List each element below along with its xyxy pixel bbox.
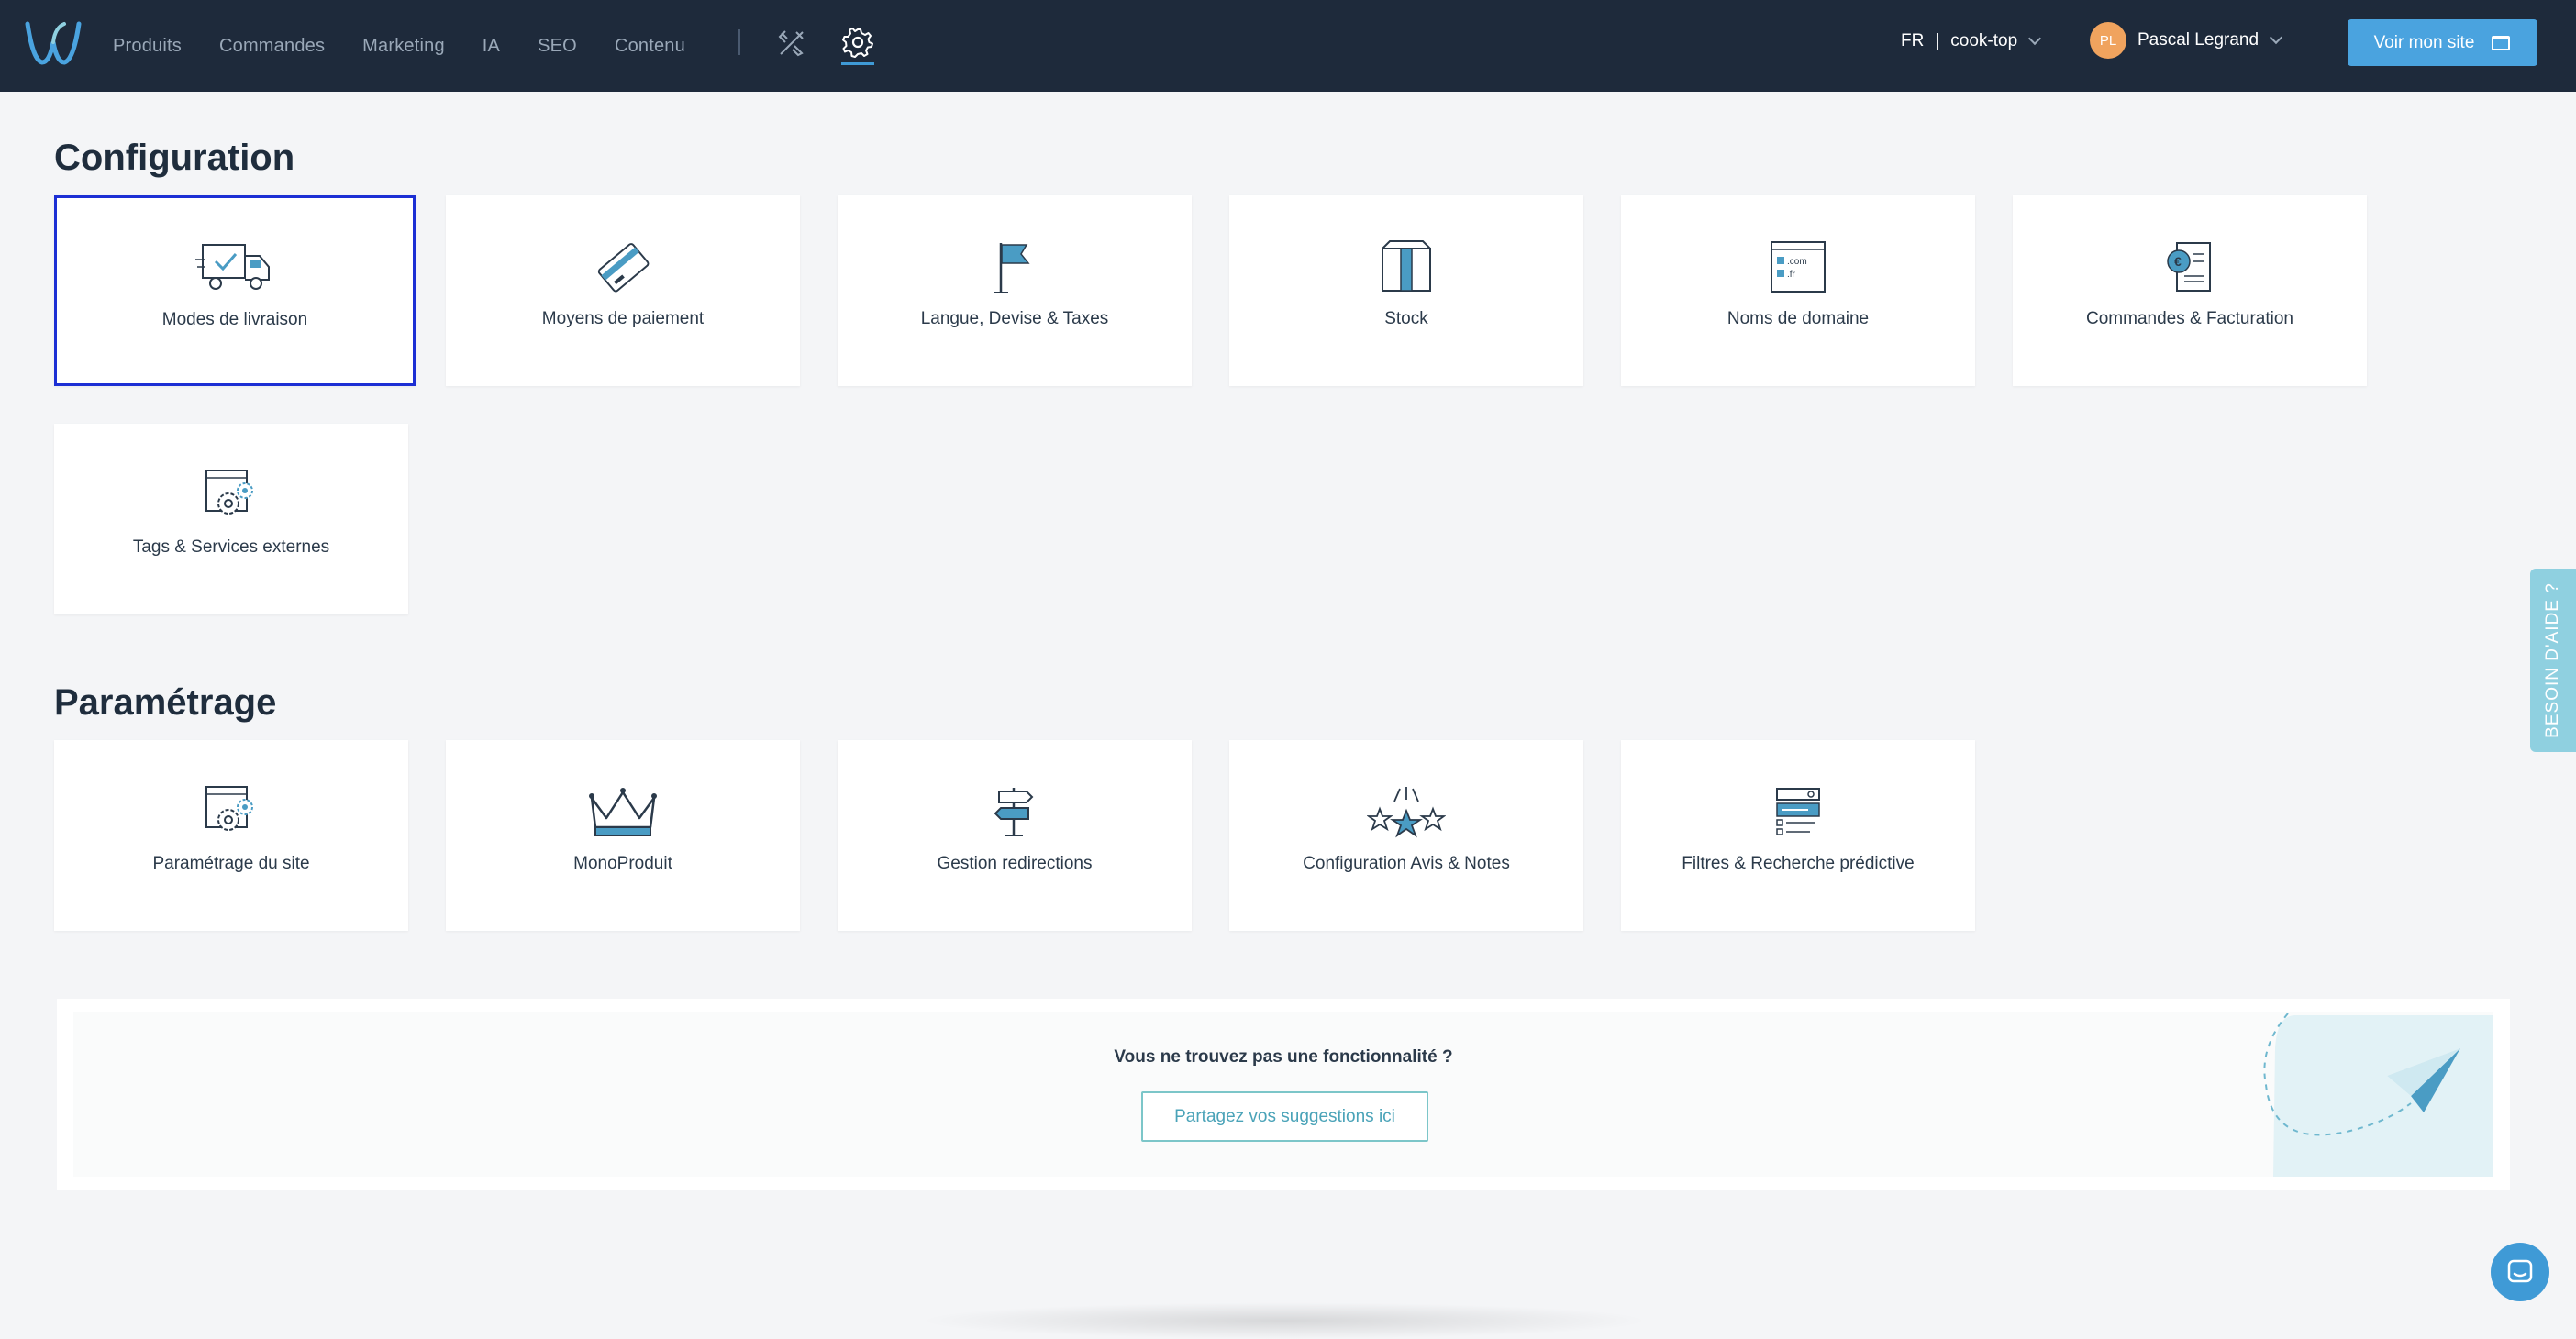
nav-item-seo[interactable]: SEO	[538, 36, 577, 57]
language-code: FR	[1901, 31, 1925, 50]
suggestion-banner: Vous ne trouvez pas une fonctionnalité ?…	[57, 999, 2510, 1190]
nav-item-commandes[interactable]: Commandes	[219, 36, 325, 57]
user-menu[interactable]: PL Pascal Legrand	[2090, 22, 2283, 59]
browser-window-icon	[2492, 35, 2511, 50]
card-tags-services-externes[interactable]: Tags & Services externes	[54, 424, 408, 614]
card-label: Langue, Devise & Taxes	[920, 309, 1109, 328]
delivery-truck-icon	[194, 238, 276, 297]
gear-icon[interactable]	[841, 26, 874, 59]
language-site-selector[interactable]: FR | cook-top	[1901, 31, 2042, 51]
card-stock[interactable]: Stock	[1229, 195, 1583, 386]
credit-card-icon	[582, 238, 664, 296]
nav-item-ia[interactable]: IA	[483, 36, 500, 57]
flag-icon	[973, 238, 1056, 296]
top-navigation-bar: Produits Commandes Marketing IA SEO Cont…	[0, 0, 2576, 92]
domain-com-text: .com	[1787, 257, 1807, 267]
card-label: Stock	[1384, 309, 1428, 328]
design-tools-icon[interactable]	[776, 28, 807, 59]
card-label: Paramétrage du site	[152, 854, 310, 873]
lang-separator: |	[1935, 31, 1940, 50]
section-title-parametrage: Paramétrage	[54, 682, 277, 723]
card-parametrage-du-site[interactable]: Paramétrage du site	[54, 740, 408, 931]
nav-divider	[738, 29, 740, 55]
chevron-down-icon	[2269, 30, 2283, 45]
avatar: PL	[2090, 22, 2126, 59]
banner-question: Vous ne trouvez pas une fonctionnalité ?	[1114, 1047, 1453, 1067]
card-label: Tags & Services externes	[132, 537, 330, 557]
stars-icon	[1365, 782, 1448, 841]
help-tab[interactable]: BESOIN D'AIDE ?	[2530, 569, 2576, 752]
card-label: Filtres & Recherche prédictive	[1682, 854, 1915, 873]
crown-icon	[582, 782, 664, 841]
view-site-label: Voir mon site	[2373, 32, 2475, 52]
nav-item-contenu[interactable]: Contenu	[615, 36, 685, 57]
euro-symbol: €	[2174, 254, 2182, 269]
card-label: Commandes & Facturation	[2086, 309, 2293, 328]
help-tab-label: BESOIN D'AIDE ?	[2543, 582, 2562, 738]
site-name: cook-top	[1950, 31, 2018, 50]
card-label: MonoProduit	[573, 854, 672, 873]
bottom-shadow	[917, 1302, 1651, 1339]
section-title-configuration: Configuration	[54, 138, 295, 178]
card-filtres-recherche-predictive[interactable]: Filtres & Recherche prédictive	[1621, 740, 1975, 931]
nav-item-produits[interactable]: Produits	[113, 36, 182, 57]
domain-names-icon: .com .fr	[1757, 238, 1839, 296]
nav-item-marketing[interactable]: Marketing	[362, 36, 445, 57]
card-commandes-facturation[interactable]: € Commandes & Facturation	[2013, 195, 2367, 386]
card-noms-de-domaine[interactable]: .com .fr Noms de domaine	[1621, 195, 1975, 386]
view-site-button[interactable]: Voir mon site	[2348, 19, 2537, 66]
card-modes-de-livraison[interactable]: Modes de livraison	[54, 195, 416, 386]
card-langue-devise-taxes[interactable]: Langue, Devise & Taxes	[838, 195, 1192, 386]
card-configuration-avis-notes[interactable]: Configuration Avis & Notes	[1229, 740, 1583, 931]
card-label: Configuration Avis & Notes	[1303, 854, 1510, 873]
chat-launcher-button[interactable]	[2491, 1243, 2549, 1301]
window-gear-icon	[190, 782, 272, 841]
chat-icon	[2507, 1259, 2533, 1283]
box-icon	[1365, 238, 1448, 296]
signpost-icon	[973, 782, 1056, 841]
card-monoproduit[interactable]: MonoProduit	[446, 740, 800, 931]
card-label: Noms de domaine	[1727, 309, 1870, 328]
main-nav: Produits Commandes Marketing IA SEO Cont…	[113, 0, 723, 92]
invoice-euro-icon: €	[2149, 238, 2231, 296]
user-name: Pascal Legrand	[2137, 30, 2260, 50]
share-suggestions-button[interactable]: Partagez vos suggestions ici	[1141, 1091, 1428, 1142]
chevron-down-icon	[2028, 31, 2042, 46]
paper-plane-icon	[2263, 1013, 2493, 1177]
window-gear-icon	[190, 466, 272, 525]
card-moyens-de-paiement[interactable]: Moyens de paiement	[446, 195, 800, 386]
filter-search-icon	[1757, 782, 1839, 841]
card-label: Gestion redirections	[937, 854, 1093, 873]
wizishop-logo-icon[interactable]	[24, 18, 83, 68]
card-gestion-redirections[interactable]: Gestion redirections	[838, 740, 1192, 931]
card-label: Modes de livraison	[161, 310, 308, 329]
active-tab-indicator	[841, 62, 874, 65]
card-label: Moyens de paiement	[541, 309, 705, 328]
domain-fr-text: .fr	[1787, 270, 1796, 280]
